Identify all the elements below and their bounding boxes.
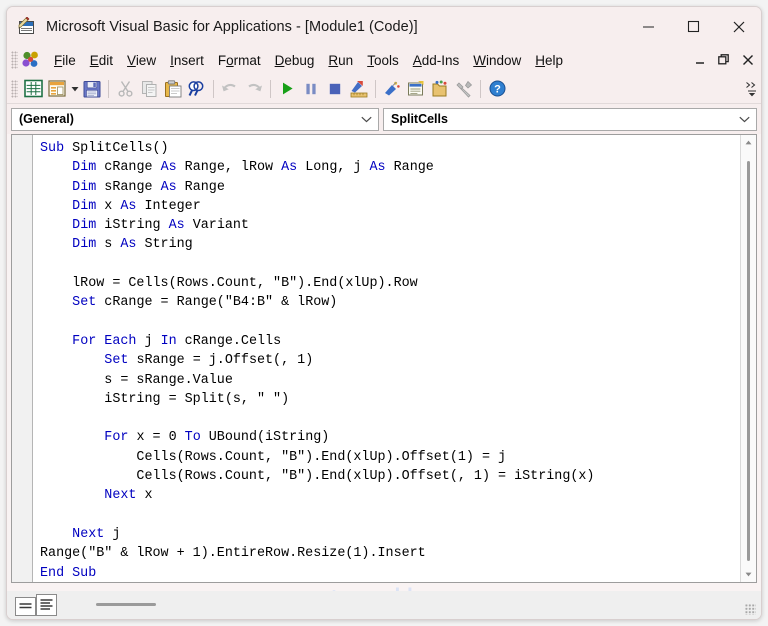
- code-line: Dim s As String: [72, 237, 193, 253]
- code-line: Dim iString As Variant: [72, 218, 249, 234]
- code-line: Next x: [104, 488, 153, 504]
- menu-item-format[interactable]: Format: [211, 50, 268, 71]
- toolbar-separator: [480, 79, 481, 98]
- menu-item-insert[interactable]: Insert: [163, 50, 211, 71]
- mdi-minimize-button[interactable]: [693, 52, 707, 68]
- horizontal-scrollbar-thumb[interactable]: [96, 603, 156, 606]
- menu-item-run[interactable]: Run: [321, 50, 360, 71]
- menu-item-file[interactable]: File: [47, 50, 83, 71]
- insert-dropdown-arrow[interactable]: [69, 77, 80, 101]
- menu-item-view[interactable]: View: [120, 50, 163, 71]
- scroll-up-icon[interactable]: [741, 135, 756, 150]
- menu-item-edit[interactable]: Edit: [83, 50, 120, 71]
- chevron-down-icon[interactable]: [358, 109, 374, 130]
- standard-toolbar: ?: [7, 74, 761, 104]
- code-line: Next j: [72, 526, 121, 542]
- find-icon[interactable]: [185, 77, 209, 101]
- pause-icon[interactable]: [299, 77, 323, 101]
- view-excel-icon[interactable]: [21, 77, 45, 101]
- code-vertical-scrollbar[interactable]: [740, 135, 756, 582]
- code-line: Cells(Rows.Count, "B").End(xlUp).Offset(…: [40, 449, 507, 465]
- menubar-grip[interactable]: [11, 51, 18, 69]
- mdi-restore-button[interactable]: [717, 52, 731, 68]
- vba-main-window: Microsoft Visual Basic for Applications …: [6, 6, 762, 620]
- vba-logo-icon: [21, 50, 43, 70]
- window-controls: [626, 7, 761, 46]
- copy-icon[interactable]: [137, 77, 161, 101]
- maximize-button[interactable]: [671, 7, 716, 46]
- object-dropdown[interactable]: (General): [11, 107, 379, 131]
- menu-item-debug[interactable]: Debug: [268, 50, 322, 71]
- window-title: Microsoft Visual Basic for Applications …: [46, 18, 418, 35]
- run-icon[interactable]: [275, 77, 299, 101]
- full-module-view-icon[interactable]: [36, 594, 57, 616]
- code-editor-pane[interactable]: Sub SplitCells() Dim cRange As Range, lR…: [11, 134, 757, 583]
- menu-item-add-ins[interactable]: Add-Ins: [406, 50, 467, 71]
- menu-item-help[interactable]: Help: [528, 50, 570, 71]
- horizontal-scrollbar[interactable]: [63, 599, 739, 610]
- toolbar-separator: [213, 79, 214, 98]
- code-line: Dim sRange As Range: [72, 179, 225, 195]
- resize-grip[interactable]: [745, 604, 756, 615]
- code-line: For x = 0 To UBound(iString): [104, 430, 330, 446]
- code-line: Sub SplitCells(): [40, 141, 169, 156]
- code-line: Dim x As Integer: [72, 198, 201, 214]
- insert-module-icon[interactable]: [45, 77, 69, 101]
- code-line: s = sRange.Value: [40, 372, 233, 388]
- menu-item-tools[interactable]: Tools: [360, 50, 406, 71]
- vertical-scrollbar-thumb[interactable]: [747, 161, 750, 561]
- code-line: iString = Split(s, " "): [40, 391, 290, 407]
- code-window-bottom-bar: [7, 591, 761, 619]
- undo-icon[interactable]: [218, 77, 242, 101]
- toolbar-separator: [108, 79, 109, 98]
- chevron-down-icon[interactable]: [736, 109, 752, 130]
- project-explorer-icon[interactable]: [380, 77, 404, 101]
- redo-icon[interactable]: [242, 77, 266, 101]
- menu-bar: File Edit View Insert Format Debug Run T…: [7, 46, 761, 74]
- title-bar: Microsoft Visual Basic for Applications …: [7, 7, 761, 46]
- toolbar-grip[interactable]: [11, 79, 18, 98]
- help-icon[interactable]: ?: [485, 77, 509, 101]
- mdi-close-button[interactable]: [741, 52, 755, 68]
- object-browser-icon[interactable]: [428, 77, 452, 101]
- vba-editor-screenshot: Microsoft Visual Basic for Applications …: [0, 0, 768, 626]
- vba-code-text[interactable]: Sub SplitCells() Dim cRange As Range, lR…: [40, 139, 740, 582]
- paste-icon[interactable]: [161, 77, 185, 101]
- stop-icon[interactable]: [323, 77, 347, 101]
- properties-window-icon[interactable]: [404, 77, 428, 101]
- code-margin-indicator-bar: [12, 135, 33, 582]
- procedure-view-icon[interactable]: [15, 597, 36, 616]
- code-line: Set cRange = Range("B4:B" & lRow): [72, 295, 338, 311]
- code-line: For Each j In cRange.Cells: [72, 333, 282, 349]
- menu-item-window[interactable]: Window: [466, 50, 528, 71]
- minimize-button[interactable]: [626, 7, 671, 46]
- code-line: Dim cRange As Range, lRow As Long, j As …: [72, 160, 434, 176]
- scroll-down-icon[interactable]: [741, 567, 756, 582]
- procedure-dropdown[interactable]: SplitCells: [383, 107, 757, 131]
- svg-text:?: ?: [494, 84, 501, 96]
- toolbar-separator: [375, 79, 376, 98]
- code-line: End Sub: [40, 565, 97, 581]
- code-window-combo-row: (General) SplitCells: [7, 104, 761, 134]
- vba-module-icon: [17, 16, 37, 37]
- toolbox-icon[interactable]: [452, 77, 476, 101]
- object-dropdown-value: (General): [19, 112, 74, 126]
- code-line: Range("B" & lRow + 1).EntireRow.Resize(1…: [40, 546, 426, 562]
- toolbar-separator: [270, 79, 271, 98]
- mdi-child-controls: [693, 46, 755, 74]
- design-mode-icon[interactable]: [347, 77, 371, 101]
- toolbar-overflow-button[interactable]: [745, 76, 758, 102]
- code-line: Set sRange = j.Offset(, 1): [104, 353, 314, 369]
- view-mode-buttons: [15, 594, 57, 616]
- procedure-dropdown-value: SplitCells: [391, 112, 448, 126]
- save-icon[interactable]: [80, 77, 104, 101]
- code-line: lRow = Cells(Rows.Count, "B").End(xlUp).…: [40, 276, 418, 292]
- code-line: Cells(Rows.Count, "B").End(xlUp).Offset(…: [40, 469, 595, 485]
- cut-icon[interactable]: [113, 77, 137, 101]
- close-button[interactable]: [716, 7, 761, 46]
